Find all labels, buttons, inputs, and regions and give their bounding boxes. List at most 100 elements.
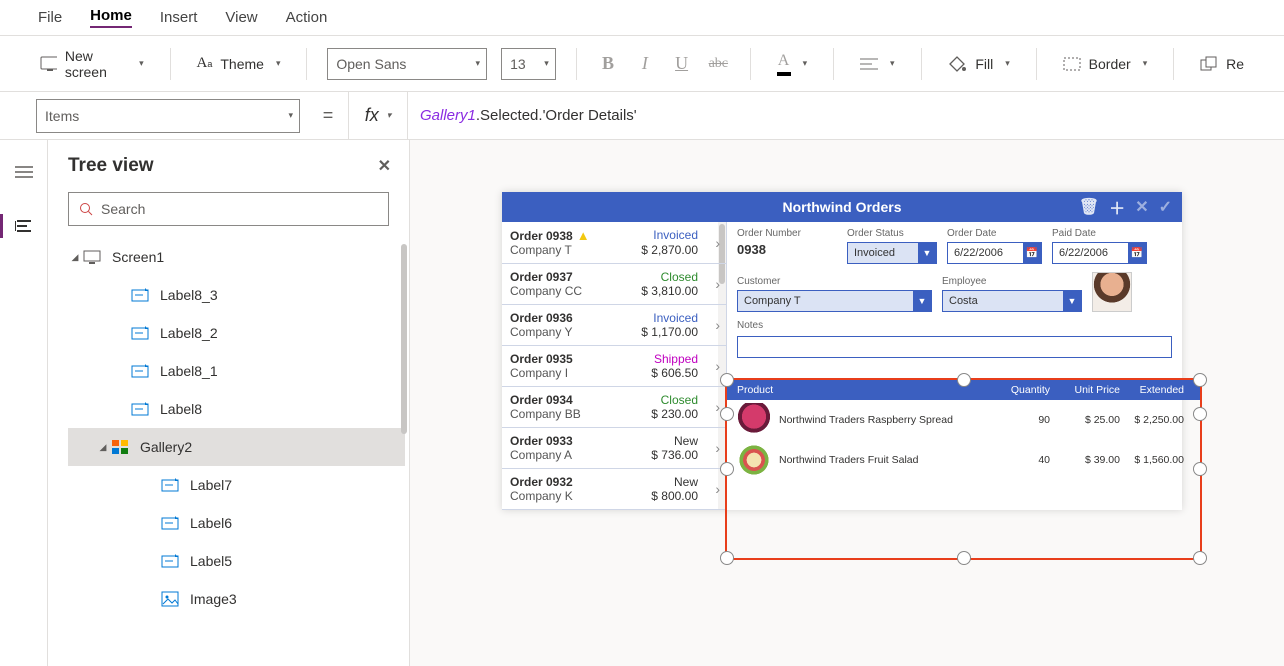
chevron-down-icon: ▾: [1143, 58, 1148, 69]
product-name: Northwind Traders Raspberry Spread: [779, 414, 990, 426]
resize-handle[interactable]: [957, 373, 971, 387]
chevron-right-icon: ›: [715, 481, 720, 497]
resize-handle[interactable]: [1193, 551, 1207, 565]
search-input[interactable]: Search: [68, 192, 389, 226]
fx-button[interactable]: fx▾: [348, 92, 408, 139]
menu-view[interactable]: View: [225, 9, 257, 26]
tree-scrollbar[interactable]: [401, 244, 407, 434]
fontcolor-button[interactable]: A ▾: [771, 48, 814, 80]
label-icon: [160, 513, 180, 533]
separator: [921, 48, 922, 80]
resize-handle[interactable]: [720, 373, 734, 387]
formula-object: Gallery1: [420, 107, 476, 124]
italic-button[interactable]: I: [633, 53, 656, 74]
tree-item-label5[interactable]: Label5: [68, 542, 405, 580]
dropdown-order-status[interactable]: Invoiced▼: [847, 242, 937, 264]
menu-insert[interactable]: Insert: [160, 9, 198, 26]
design-canvas[interactable]: Northwind Orders 🗑 ＋ ✕ ✓ Order 0938▲Comp…: [410, 140, 1284, 666]
tree-item-label8_1[interactable]: Label8_1: [68, 352, 405, 390]
bold-button[interactable]: B: [597, 53, 620, 74]
fill-button[interactable]: Fill ▾: [941, 51, 1015, 77]
theme-button[interactable]: Aa Theme ▾: [191, 51, 287, 76]
resize-handle[interactable]: [720, 407, 734, 421]
chevron-down-icon: ▾: [139, 58, 144, 69]
tree-item-gallery2[interactable]: ◢Gallery2: [68, 428, 405, 466]
extended-price: $ 1,560.00: [1120, 454, 1190, 466]
gallery-row[interactable]: Northwind Traders Raspberry Spread90$ 25…: [727, 400, 1200, 440]
search-placeholder: Search: [101, 201, 145, 217]
search-icon: [79, 202, 93, 216]
theme-icon: Aa: [197, 55, 213, 72]
left-rail: [0, 140, 48, 666]
dropdown-employee[interactable]: Costa▼: [942, 290, 1082, 312]
cancel-icon[interactable]: ✕: [1135, 197, 1148, 217]
tree-item-label: Label6: [190, 515, 232, 531]
resize-handle[interactable]: [1193, 373, 1207, 387]
menu-action[interactable]: Action: [286, 9, 328, 26]
tree-item-label: Label8_1: [160, 363, 218, 379]
gallery-row[interactable]: Northwind Traders Fruit Salad40$ 39.00$ …: [727, 440, 1200, 480]
chevron-down-icon: ▾: [803, 58, 808, 69]
label-employee: Employee: [942, 276, 1082, 287]
menu-home[interactable]: Home: [90, 7, 132, 28]
tree-item-label8[interactable]: Label8: [68, 390, 405, 428]
resize-handle[interactable]: [720, 462, 734, 476]
align-button[interactable]: ▾: [854, 53, 901, 75]
tree-item-label8_2[interactable]: Label8_2: [68, 314, 405, 352]
chevron-right-icon: ›: [715, 440, 720, 456]
tree-item-label: Gallery2: [140, 439, 192, 455]
fill-icon: [947, 55, 967, 73]
tree-item-screen1[interactable]: ◢Screen1: [68, 238, 405, 276]
separator: [833, 48, 834, 80]
order-row[interactable]: Order 0932Company KNew$ 800.00›: [502, 469, 726, 510]
order-row[interactable]: Order 0938▲Company TInvoiced$ 2,870.00›: [502, 222, 726, 264]
order-row[interactable]: Order 0934Company BBClosed$ 230.00›: [502, 387, 726, 428]
fontsize-dropdown[interactable]: 13 ▾: [501, 48, 556, 80]
unit-price: $ 25.00: [1050, 414, 1120, 426]
resize-handle[interactable]: [1193, 407, 1207, 421]
new-screen-button[interactable]: New screen ▾: [34, 44, 150, 84]
dropdown-customer[interactable]: Company T▼: [737, 290, 932, 312]
gallery2-selection[interactable]: Product Quantity Unit Price Extended Nor…: [725, 378, 1202, 560]
input-paid-date[interactable]: 6/22/2006📅: [1052, 242, 1147, 264]
resize-handle[interactable]: [1193, 462, 1207, 476]
label-icon: [130, 285, 150, 305]
separator: [1036, 48, 1037, 80]
treeview-rail-button[interactable]: [6, 208, 42, 244]
chevron-down-icon: ▾: [544, 58, 549, 69]
order-row[interactable]: Order 0936Company YInvoiced$ 1,170.00›: [502, 305, 726, 346]
tree-item-label7[interactable]: Label7: [68, 466, 405, 504]
tree-item-label: Label7: [190, 477, 232, 493]
border-button[interactable]: Border ▾: [1057, 52, 1154, 76]
resize-handle[interactable]: [720, 551, 734, 565]
order-row[interactable]: Order 0933Company ANew$ 736.00›: [502, 428, 726, 469]
tree-item-label6[interactable]: Label6: [68, 504, 405, 542]
close-panel-button[interactable]: ✕: [378, 156, 391, 176]
resize-handle[interactable]: [957, 551, 971, 565]
quantity: 40: [990, 454, 1050, 466]
hamburger-button[interactable]: [6, 154, 42, 190]
order-row[interactable]: Order 0937Company CCClosed$ 3,810.00›: [502, 264, 726, 305]
input-notes[interactable]: [737, 336, 1172, 358]
tree-item-label: Label5: [190, 553, 232, 569]
strike-button[interactable]: abc: [707, 56, 730, 72]
tree-item-image3[interactable]: Image3: [68, 580, 405, 618]
label-icon: [160, 551, 180, 571]
menu-file[interactable]: File: [38, 9, 62, 26]
add-icon[interactable]: ＋: [1109, 195, 1125, 219]
tree-item-label8_3[interactable]: Label8_3: [68, 276, 405, 314]
input-order-date[interactable]: 6/22/2006📅: [947, 242, 1042, 264]
underline-button[interactable]: U: [670, 53, 693, 74]
property-dropdown[interactable]: Items ▾: [36, 99, 300, 133]
menu-bar: File Home Insert View Action: [0, 0, 1284, 36]
separator: [170, 48, 171, 80]
order-row[interactable]: Order 0935Company IShipped$ 606.50›: [502, 346, 726, 387]
chevron-down-icon: ▾: [476, 58, 481, 69]
confirm-icon[interactable]: ✓: [1159, 197, 1172, 217]
equals-label: =: [308, 92, 348, 139]
reorder-button[interactable]: Re: [1194, 52, 1250, 76]
label-order-number: Order Number: [737, 228, 837, 239]
formula-input[interactable]: Gallery1.Selected.'Order Details': [408, 92, 1284, 139]
delete-icon[interactable]: 🗑: [1079, 197, 1099, 217]
font-dropdown[interactable]: Open Sans ▾: [327, 48, 487, 80]
